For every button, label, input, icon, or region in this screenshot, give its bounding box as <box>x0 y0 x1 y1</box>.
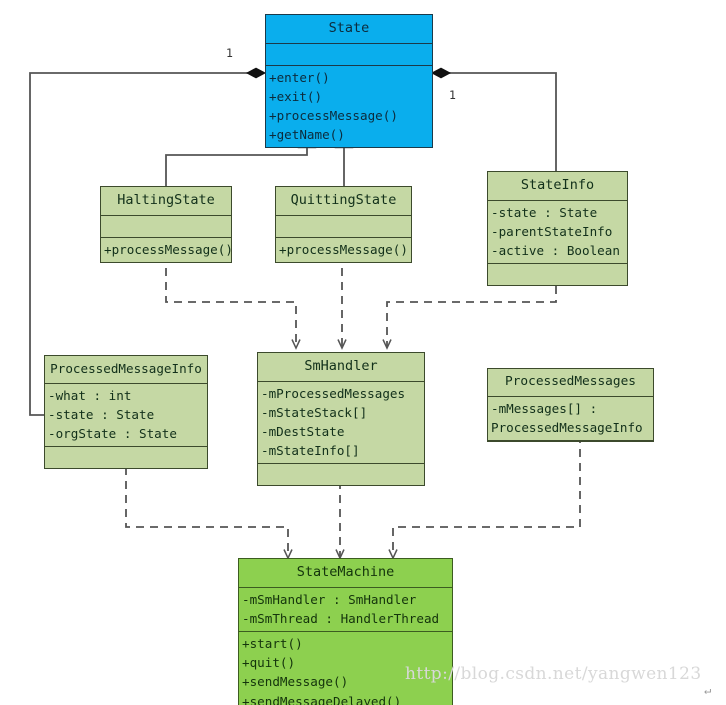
uml-class-diagram-canvas: State +enter() +exit() +processMessage()… <box>0 0 726 705</box>
class-member: +sendMessageDelayed() <box>242 693 402 705</box>
attributes-compartment-processedmessageinfo: -what : int -state : State -orgState : S… <box>45 384 207 446</box>
pilcrow-mark: ↵ <box>704 683 712 697</box>
uml-class-smhandler[interactable]: SmHandler -mProcessedMessages -mStateSta… <box>257 352 425 487</box>
uml-class-haltingstate[interactable]: HaltingState +processMessage() <box>100 186 233 264</box>
class-member: -mSmHandler : SmHandler <box>242 591 417 607</box>
class-member: -mProcessedMessages <box>261 385 406 401</box>
class-member: -what : int <box>48 387 132 403</box>
edge-haltingstate-to-smhandler <box>165 254 301 350</box>
methods-compartment-quittingstate: +processMessage() <box>276 238 411 262</box>
uml-class-state[interactable]: State +enter() +exit() +processMessage()… <box>265 14 433 149</box>
class-name-statemachine: StateMachine <box>296 564 395 580</box>
uml-class-processedmessageinfo[interactable]: ProcessedMessageInfo -what : int -state … <box>44 355 208 469</box>
methods-compartment-processedmessageinfo <box>45 447 207 468</box>
class-name-smhandler: SmHandler <box>304 358 378 374</box>
class-member: +exit() <box>269 89 323 105</box>
class-member: -active : Boolean <box>491 243 620 259</box>
methods-compartment-stateinfo <box>488 264 627 285</box>
class-name-haltingstate: HaltingState <box>117 192 215 208</box>
attributes-compartment-statemachine: -mSmHandler : SmHandler -mSmThread : Han… <box>239 588 452 631</box>
class-member: -state : State <box>491 204 598 220</box>
compartment-divider <box>488 440 653 442</box>
class-name-stateinfo: StateInfo <box>520 177 595 193</box>
uml-class-processedmessages[interactable]: ProcessedMessages -mMessages[] : Process… <box>487 368 654 443</box>
class-member: -mDestState <box>261 424 345 440</box>
attributes-compartment-haltingstate <box>101 216 231 237</box>
class-member: +processMessage() <box>104 241 233 257</box>
class-member: +enter() <box>269 69 330 85</box>
watermark-text: http://blog.csdn.net/yangwen123 <box>405 664 702 684</box>
attributes-compartment-state <box>266 44 432 65</box>
class-member: -mSmThread : HandlerThread <box>242 611 440 627</box>
methods-compartment-state: +enter() +exit() +processMessage() +getN… <box>266 66 432 148</box>
class-member: +processMessage() <box>269 108 398 124</box>
attributes-compartment-processedmessages: -mMessages[] : ProcessedMessageInfo <box>488 397 653 440</box>
multiplicity-label-left: 1 <box>226 46 233 60</box>
class-name-processedmessages: ProcessedMessages <box>505 374 636 389</box>
class-member: -mStateInfo[] <box>261 443 360 459</box>
uml-class-stateinfo[interactable]: StateInfo -state : State -parentStateInf… <box>487 171 628 287</box>
class-member: -orgState : State <box>48 425 177 441</box>
edge-state-to-stateinfo <box>430 67 557 171</box>
class-name-processedmessageinfo: ProcessedMessageInfo <box>50 361 202 376</box>
class-name-quittingstate: QuittingState <box>290 192 397 208</box>
class-member: -parentStateInfo <box>491 224 613 240</box>
class-member: -mMessages[] : ProcessedMessageInfo <box>491 400 643 435</box>
class-member: +getName() <box>269 127 345 143</box>
attributes-compartment-quittingstate <box>276 216 411 237</box>
class-member: -mStateStack[] <box>261 405 368 421</box>
attributes-compartment-smhandler: -mProcessedMessages -mStateStack[] -mDes… <box>258 382 424 464</box>
class-member: -state : State <box>48 406 155 422</box>
multiplicity-label-right: 1 <box>449 88 456 102</box>
class-member: +processMessage() <box>279 241 408 257</box>
methods-compartment-smhandler <box>258 464 424 485</box>
uml-class-quittingstate[interactable]: QuittingState +processMessage() <box>275 186 412 264</box>
attributes-compartment-stateinfo: -state : State -parentStateInfo -active … <box>488 201 627 263</box>
methods-compartment-haltingstate: +processMessage() <box>101 238 233 262</box>
class-name-state: State <box>328 20 370 36</box>
class-member: +start() <box>242 636 303 652</box>
